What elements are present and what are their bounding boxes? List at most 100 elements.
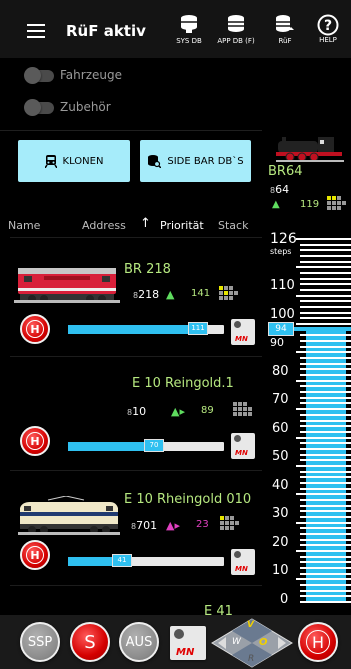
loco-address: 8218 (133, 288, 160, 301)
throttle-tick (300, 504, 351, 507)
throttle-tick (300, 476, 351, 479)
speed-value[interactable]: 70 (144, 439, 164, 452)
speed-value[interactable]: 41 (112, 554, 132, 567)
throttle-tick (296, 266, 351, 269)
max-steps: 126 (270, 231, 297, 247)
throttle-tick (296, 294, 351, 297)
dir-v[interactable]: V (247, 620, 254, 630)
scale-label: 40 (272, 478, 289, 493)
sort-arrow-icon[interactable]: ↑ (140, 216, 151, 231)
halt-all-button[interactable]: H (298, 622, 338, 662)
speed-slider[interactable]: 111 (68, 322, 224, 335)
col-priority[interactable]: Priorität (160, 219, 204, 232)
mn-button[interactable]: MN (231, 549, 255, 575)
direction-indicator: ▲▸ (166, 519, 180, 532)
divider (0, 130, 262, 131)
aus-button[interactable]: AUS (119, 622, 159, 662)
halt-button[interactable]: H (20, 314, 50, 344)
scale-label: 30 (272, 506, 289, 521)
throttle-tick (300, 430, 351, 433)
scale-label: 110 (270, 278, 295, 293)
col-name[interactable]: Name (8, 219, 40, 232)
scale-label: 50 (272, 449, 289, 464)
col-address[interactable]: Address (82, 219, 126, 232)
loco-address: 8701 (131, 519, 158, 532)
dir-o[interactable]: O (259, 637, 268, 648)
col-stack[interactable]: Stack (218, 219, 248, 232)
database-search-icon (148, 155, 162, 168)
stop-button[interactable]: S (70, 622, 110, 662)
throttle-value: 94 (268, 322, 294, 336)
throttle-tick (300, 566, 351, 569)
divider (10, 356, 262, 357)
scale-label: 70 (272, 392, 289, 407)
app-header: RüF aktiv SYS DB APP DB (F) RüF ? HELP (0, 0, 351, 58)
sys-db-button[interactable]: SYS DB (172, 14, 206, 54)
throttle-tick (300, 413, 351, 416)
throttle-tick (300, 357, 351, 360)
help-button[interactable]: ? HELP (313, 14, 343, 54)
app-db-button[interactable]: APP DB (F) (212, 14, 260, 54)
throttle-tick (296, 436, 351, 439)
throttle-tick (300, 368, 351, 371)
throttle-tick (300, 595, 351, 598)
toggle-label: Zubehör (60, 100, 111, 114)
speed-slider[interactable]: 70 (68, 439, 224, 452)
throttle-tick (300, 527, 351, 530)
throttle-tick (300, 498, 351, 501)
stack-grid-icon (219, 286, 239, 302)
dir-w[interactable]: W (232, 637, 241, 647)
throttle-tick (300, 561, 351, 564)
speed-value[interactable]: 111 (188, 322, 208, 335)
menu-icon[interactable] (27, 24, 45, 38)
throttle-tick (300, 277, 351, 280)
throttle-tick (296, 521, 351, 524)
throttle-tick (300, 447, 351, 450)
direction-indicator: ▲ (166, 288, 175, 301)
divider (10, 237, 262, 238)
throttle-handle[interactable]: 94 (266, 322, 351, 336)
throttle-tick (300, 487, 351, 490)
direction-indicator: ▲▸ (171, 405, 185, 418)
toggle-knob[interactable] (24, 67, 41, 84)
mn-button[interactable]: MN (231, 319, 255, 345)
sidebar-db-button[interactable]: SIDE BAR DB`S (140, 140, 251, 182)
speed-slider[interactable]: 41 (68, 554, 224, 567)
clone-button[interactable]: KLONEN (18, 140, 130, 182)
throttle-tick (300, 317, 351, 320)
dir-r[interactable]: R (248, 654, 254, 664)
throttle-tick (300, 515, 351, 518)
throttle-tick (300, 470, 351, 473)
scale-label: 80 (272, 364, 289, 379)
toggle-knob[interactable] (24, 99, 41, 116)
mn-button[interactable]: MN (231, 433, 255, 459)
loco-image-br218 (14, 268, 120, 303)
throttle-tick (300, 481, 351, 484)
loco-priority: 89 (201, 405, 214, 416)
scale-label: 10 (272, 563, 289, 578)
mn-button-main[interactable]: MN (170, 626, 206, 660)
throttle-tick (300, 345, 351, 348)
throttle-tick (296, 379, 351, 382)
app-title: RüF aktiv (66, 22, 146, 40)
loco-name: E 10 Reingold.1 (132, 376, 234, 391)
throttle-tick (300, 459, 351, 462)
halt-button[interactable]: H (20, 540, 50, 570)
throttle-tick (300, 243, 351, 246)
halt-button[interactable]: H (20, 426, 50, 456)
ssp-button[interactable]: SSP (20, 622, 60, 662)
svg-text:?: ? (324, 18, 332, 34)
throttle-tick (300, 538, 351, 541)
speed-fill (68, 557, 118, 566)
throttle-tick (300, 544, 351, 547)
steps-label: steps (270, 247, 292, 256)
stack-grid-icon (220, 516, 240, 532)
database-sys-icon (181, 15, 197, 33)
throttle-tick (300, 283, 351, 286)
throttle-tick (300, 374, 351, 377)
throttle-tick (300, 555, 351, 558)
throttle-tick (296, 238, 351, 240)
ruf-db-button[interactable]: RüF (270, 14, 300, 54)
active-loco-priority: 119 (300, 199, 320, 210)
throttle-tick (300, 442, 351, 445)
